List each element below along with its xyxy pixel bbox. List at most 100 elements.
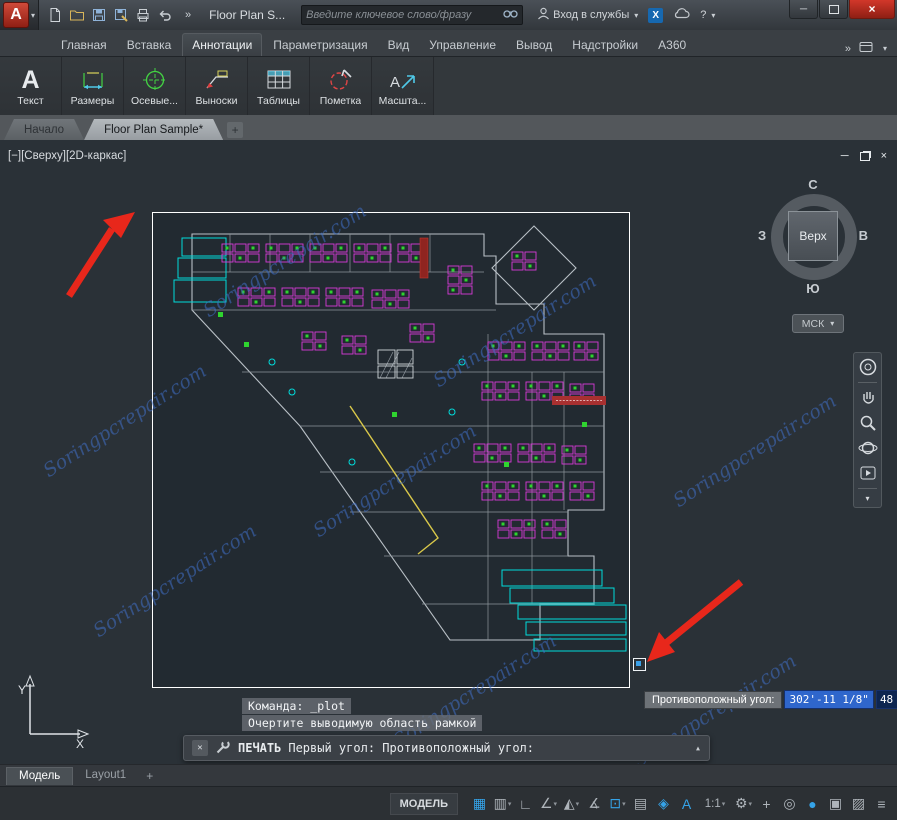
open-folder-icon[interactable] — [69, 7, 85, 23]
ribbon-tab-2[interactable]: Аннотации — [182, 33, 262, 56]
navigation-wheel-icon[interactable] — [858, 357, 878, 377]
viewcube[interactable]: Верх С Ю З В — [760, 178, 866, 296]
annotation-scale-icon[interactable]: 1:1▾ — [698, 791, 732, 817]
ribbon-button-markup[interactable]: Пометка — [310, 57, 371, 115]
annotation-scale-icon: A — [388, 65, 418, 95]
clean-screen-icon[interactable]: ▨ — [847, 791, 870, 817]
a360-cloud-icon[interactable] — [673, 6, 690, 24]
ribbon-button-annotation-scale[interactable]: AМасшта... — [372, 57, 433, 115]
viewcube-top-face[interactable]: Верх — [788, 211, 838, 261]
autoscale-icon[interactable]: A — [675, 791, 698, 817]
ribbon-tab-8[interactable]: A360 — [649, 34, 695, 56]
ribbon-button-text[interactable]: AТекст — [0, 57, 61, 115]
layout-tab-bar: Модель Layout1 + — [0, 764, 897, 786]
command-line[interactable]: ✕ ПЕЧАТЬ Первый угол: Противоположный уг… — [183, 735, 710, 761]
ucs-icon: Y X — [16, 668, 96, 750]
ribbon-button-table[interactable]: Таблицы — [248, 57, 309, 115]
hardware-acceleration-icon[interactable]: ● — [801, 791, 824, 817]
background-image-icon[interactable]: ▣ — [824, 791, 847, 817]
help-button[interactable]: ? ▾ — [700, 9, 715, 21]
command-history-toggle-icon[interactable]: ▴ — [695, 743, 701, 754]
search-placeholder: Введите ключевое слово/фразу — [306, 9, 503, 21]
dynamic-input-value2[interactable]: 48 — [876, 690, 897, 709]
model-space-button[interactable]: МОДЕЛЬ — [390, 793, 458, 815]
ribbon-button-centerline[interactable]: Осевые... — [124, 57, 185, 115]
exchange-apps-icon[interactable]: X — [648, 8, 663, 23]
viewport-close-icon[interactable]: × — [881, 150, 887, 162]
ribbon-tab-4[interactable]: Вид — [379, 34, 419, 56]
grid-icon[interactable]: ▦ — [468, 791, 491, 817]
object-snap-icon[interactable]: ⊡▾ — [606, 791, 629, 817]
object-snap-tracking-icon[interactable]: ∡ — [583, 791, 606, 817]
ribbon-tab-1[interactable]: Вставка — [118, 34, 181, 56]
customization-icon[interactable]: ≡ — [870, 791, 893, 817]
lineweight-icon[interactable]: ▤ — [629, 791, 652, 817]
plot-icon[interactable] — [135, 7, 151, 23]
ribbon-tab-extras: » ▾ — [845, 41, 897, 56]
drawing-area[interactable]: [−][Сверху][2D-каркас] ─ × — [0, 140, 897, 764]
ribbon-button-dimension[interactable]: Размеры — [62, 57, 123, 115]
model-tab[interactable]: Модель — [6, 767, 73, 785]
viewcube-north-label[interactable]: С — [808, 177, 817, 192]
viewport-controls-label[interactable]: [−][Сверху][2D-каркас] — [8, 150, 126, 162]
command-close-icon[interactable]: ✕ — [192, 740, 208, 756]
minimize-button[interactable]: ─ — [789, 0, 818, 19]
viewcube-south-label[interactable]: Ю — [806, 281, 819, 296]
search-binoculars-icon[interactable] — [503, 6, 518, 24]
command-tools-icon[interactable] — [215, 739, 231, 758]
ribbon-button-leader[interactable]: Выноски — [186, 57, 247, 115]
file-tab-floor-plan[interactable]: Floor Plan Sample* — [84, 119, 223, 140]
window-title: Floor Plan S... — [209, 8, 285, 22]
showmotion-icon[interactable] — [858, 463, 878, 483]
crosshair-icon[interactable]: + — [755, 791, 778, 817]
layout1-tab[interactable]: Layout1 — [73, 767, 138, 785]
close-button[interactable]: × — [849, 0, 895, 19]
orbit-icon[interactable] — [858, 438, 878, 458]
save-icon[interactable] — [91, 7, 107, 23]
undo-icon[interactable] — [157, 7, 173, 23]
file-tab-start[interactable]: Начало — [4, 119, 84, 140]
zoom-icon[interactable] — [858, 413, 878, 433]
snap-icon[interactable]: ▥▾ — [491, 791, 514, 817]
ribbon-tab-0[interactable]: Главная — [52, 34, 116, 56]
plot-selection-window — [152, 212, 630, 688]
svg-text:A: A — [390, 74, 400, 91]
polar-tracking-icon[interactable]: ∠▾ — [537, 791, 560, 817]
leader-icon — [202, 65, 232, 95]
chevron-down-icon[interactable]: ▾ — [883, 44, 887, 53]
ucs-dropdown-button[interactable]: МСК ▾ — [792, 314, 844, 333]
ortho-icon[interactable]: ∟ — [514, 791, 537, 817]
viewport-restore-icon[interactable] — [860, 152, 870, 161]
command-prompt-name: ПЕЧАТЬ — [238, 741, 281, 755]
pan-icon[interactable] — [858, 388, 878, 408]
viewport-minimize-icon[interactable]: ─ — [841, 150, 849, 162]
ribbon-tab-7[interactable]: Надстройки — [563, 34, 647, 56]
new-drawing-tab-button[interactable]: + — [227, 122, 243, 138]
markup-icon — [326, 65, 356, 95]
sign-in-button[interactable]: Вход в службы ▾ — [537, 7, 638, 23]
maximize-button[interactable] — [819, 0, 848, 19]
isodraft-icon[interactable]: ◭▾ — [560, 791, 583, 817]
viewcube-east-label[interactable]: В — [859, 228, 868, 243]
dynamic-input: Противоположный угол: 302'-11 1/8" 48 — [644, 690, 897, 709]
quick-access-toolbar — [39, 7, 181, 23]
svg-text:Y: Y — [18, 683, 26, 697]
search-box[interactable]: Введите ключевое слово/фразу — [301, 5, 523, 25]
isolate-objects-icon[interactable]: ◎ — [778, 791, 801, 817]
navbar-more-icon[interactable]: ▾ — [865, 494, 869, 503]
ribbon-tab-6[interactable]: Вывод — [507, 34, 561, 56]
annotation-visibility-icon[interactable]: ◈ — [652, 791, 675, 817]
save-as-icon[interactable] — [113, 7, 129, 23]
command-history-line: Команда: _plot — [242, 698, 351, 714]
viewcube-west-label[interactable]: З — [758, 228, 766, 243]
application-menu-button[interactable]: A ▾ — [0, 0, 39, 30]
workspace-icon[interactable]: ⚙▾ — [732, 791, 755, 817]
tabs-overflow-icon[interactable]: » — [845, 43, 851, 55]
dynamic-input-value[interactable]: 302'-11 1/8" — [784, 690, 873, 709]
new-layout-button[interactable]: + — [138, 769, 161, 783]
ribbon-tab-3[interactable]: Параметризация — [264, 34, 376, 56]
qat-overflow-icon[interactable]: » — [185, 9, 191, 21]
new-file-icon[interactable] — [47, 7, 63, 23]
ribbon-tab-5[interactable]: Управление — [420, 34, 505, 56]
ribbon-options-icon[interactable] — [859, 41, 873, 56]
